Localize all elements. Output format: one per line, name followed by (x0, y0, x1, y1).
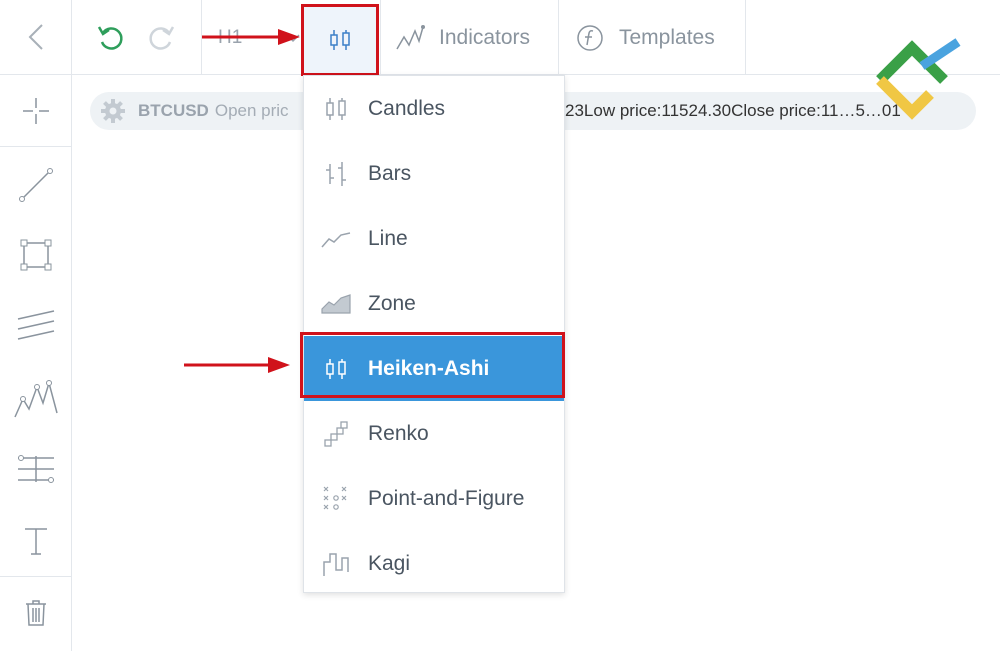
indicators-button[interactable]: Indicators (395, 0, 530, 75)
left-toolbar (0, 0, 72, 651)
menu-item-label: Candles (368, 96, 446, 120)
annotation-arrow-menu (184, 357, 290, 373)
templates-button[interactable]: Templates (575, 0, 715, 75)
pattern-tool[interactable] (0, 366, 72, 432)
undo-icon (97, 25, 123, 50)
zone-chart-icon (321, 293, 351, 314)
candles-icon (326, 97, 346, 120)
menu-item-label: Renko (368, 421, 429, 445)
undo-button[interactable] (96, 0, 126, 75)
menu-item-point-and-figure[interactable]: Point-and-Figure (304, 466, 564, 531)
pattern-icon (14, 380, 58, 418)
trend-line-tool[interactable] (0, 152, 72, 218)
indicators-icon (396, 24, 425, 49)
chart-type-button[interactable] (301, 4, 379, 76)
menu-item-renko[interactable]: Renko (304, 401, 564, 466)
menu-item-label: Heiken-Ashi (368, 356, 490, 380)
low-price-value: 11524.30 (661, 101, 732, 120)
menu-item-zone[interactable]: Zone (304, 271, 564, 336)
templates-label: Templates (619, 25, 715, 49)
menu-item-label: Zone (368, 291, 416, 315)
heiken-ashi-icon (326, 358, 346, 379)
chevron-left-icon (28, 24, 43, 50)
menu-item-heiken-ashi[interactable]: Heiken-Ashi (304, 336, 564, 401)
bars-icon (326, 161, 346, 186)
high-price-value: 23 (565, 101, 584, 120)
menu-item-bars[interactable]: Bars (304, 141, 564, 206)
trash-icon (26, 600, 46, 626)
menu-item-label: Point-and-Figure (368, 486, 525, 510)
line-chart-icon (321, 231, 351, 247)
channel-tool[interactable] (0, 292, 72, 358)
kagi-icon (323, 552, 349, 576)
function-icon (577, 24, 603, 51)
rectangle-tool[interactable] (0, 222, 72, 288)
open-price-label: Open pric (214, 101, 289, 120)
trend-line-icon (19, 168, 53, 202)
menu-item-kagi[interactable]: Kagi (304, 531, 564, 596)
ohlc-values: 23 Low price: 11524.30 Close price: 11…5… (565, 92, 901, 130)
menu-item-label: Bars (368, 161, 412, 185)
redo-icon (149, 25, 175, 50)
brand-logo (876, 38, 961, 120)
gear-icon (101, 99, 125, 123)
settings-button[interactable] (100, 98, 126, 124)
low-price-label: Low price: (583, 101, 662, 120)
candles-icon (330, 30, 350, 50)
delete-drawings-button[interactable] (0, 580, 72, 646)
text-icon (25, 528, 47, 555)
redo-button[interactable] (146, 0, 176, 75)
renko-icon (324, 420, 348, 447)
indicators-label: Indicators (439, 25, 531, 49)
chart-type-menu: Candles Bars Line Zone Heiken-Ashi Renko… (303, 75, 565, 593)
crosshair-icon (23, 98, 49, 124)
annotation-arrow-top (202, 29, 300, 45)
point-and-figure-icon (323, 486, 347, 510)
rectangle-icon (20, 239, 52, 271)
menu-item-label: Kagi (368, 551, 411, 575)
text-tool[interactable] (0, 508, 72, 574)
parallel-channel-icon (17, 310, 55, 340)
menu-item-line[interactable]: Line (304, 206, 564, 271)
close-price-label: Close price: (731, 101, 821, 120)
symbol-label: BTCUSD (138, 101, 209, 120)
back-button[interactable] (0, 0, 72, 75)
menu-item-candles[interactable]: Candles (304, 76, 564, 141)
menu-item-label: Line (368, 226, 408, 250)
fibonacci-tool[interactable] (0, 436, 72, 502)
fibonacci-icon (18, 455, 54, 483)
crosshair-tool[interactable] (0, 78, 72, 144)
